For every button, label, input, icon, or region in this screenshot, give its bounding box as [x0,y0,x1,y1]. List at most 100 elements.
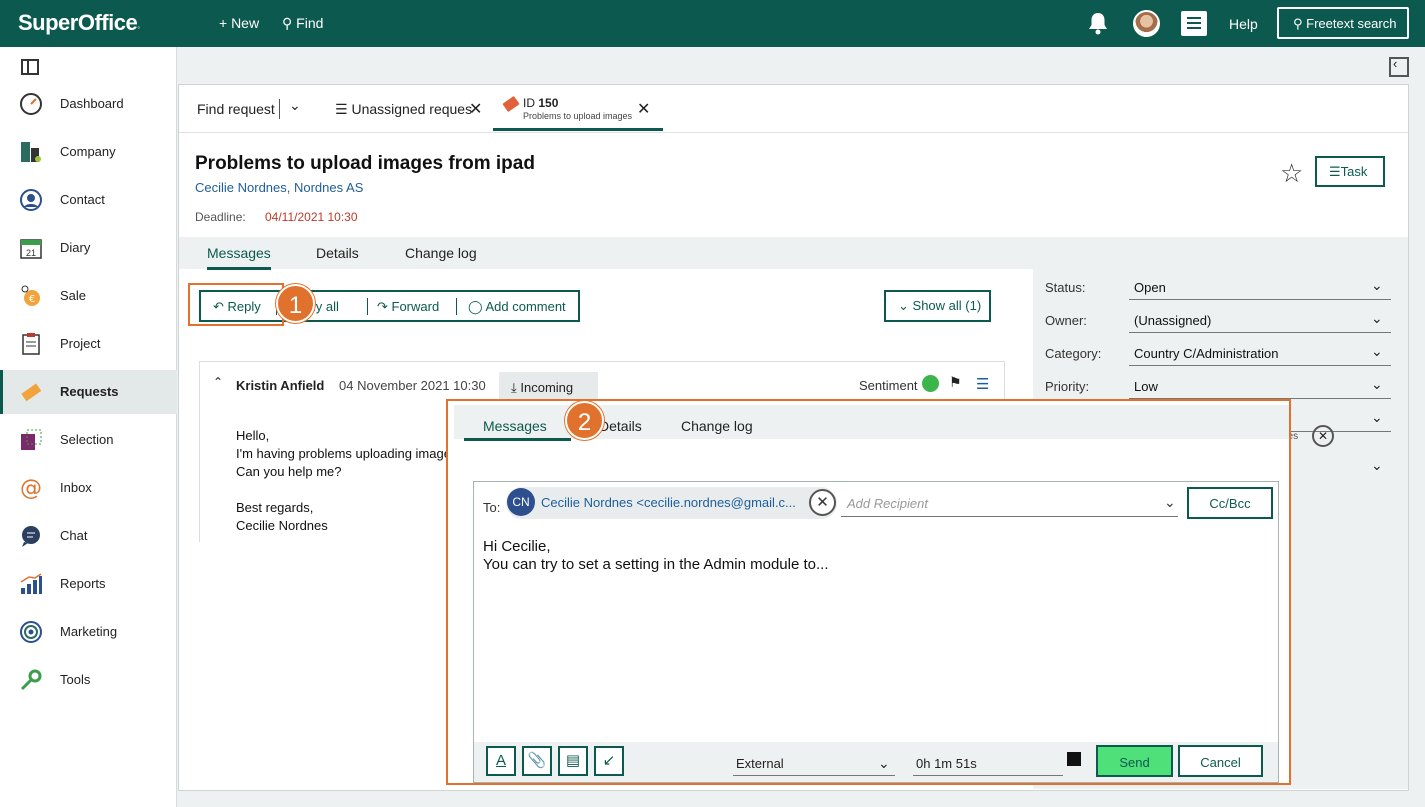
find-button[interactable]: ⚲ Find [282,15,323,32]
collapse-icon[interactable]: ⌃ [213,375,223,389]
sidebar-item-marketing[interactable]: Marketing [0,610,177,654]
sidebar-item-inbox[interactable]: @ Inbox [0,466,177,510]
bell-icon[interactable] [1085,10,1111,36]
visibility-select[interactable]: External [733,750,895,776]
sidebar-item-reports[interactable]: Reports [0,562,177,606]
help-link[interactable]: Help [1229,16,1258,32]
text-format-icon[interactable]: A [486,746,516,776]
tab-details[interactable]: Details [599,418,642,434]
message-body: Hello, I'm having problems uploading ima… [236,428,458,533]
smiley-icon [922,375,939,392]
user-avatar[interactable] [1133,10,1160,37]
tab-unassigned-requests[interactable]: ☰ Unassigned reques [335,101,472,147]
main-menu-icon[interactable] [1181,11,1207,36]
close-icon[interactable]: ✕ [637,99,650,119]
menu-icon[interactable]: ☰ [976,375,989,393]
reports-icon [20,573,42,594]
tab-find-request[interactable]: Find request [197,101,275,147]
remove-tag-icon[interactable]: ✕ [1312,425,1334,447]
message-author: Kristin Anfield [236,378,325,393]
timer-field[interactable]: 0h 1m 51s [913,750,1063,776]
tab-change-log[interactable]: Change log [405,245,477,261]
sidebar-item-diary[interactable]: 21 Diary [0,226,177,270]
field-value: Low [1129,373,1391,399]
incoming-badge: ⤓ Incoming [499,372,598,401]
status-field[interactable]: Status: Open ⌄ [1045,274,1395,300]
collapse-panel-icon[interactable]: ‹ [1389,56,1409,77]
tab-change-log[interactable]: Change log [681,418,753,434]
sidebar-item-sale[interactable]: € Sale [0,274,177,318]
superoffice-logo[interactable]: SuperOffice◦ [18,10,140,36]
sidebar-item-chat[interactable]: Chat [0,514,177,558]
contact-link[interactable]: Cecilie Nordnes, Nordnes AS [195,180,363,195]
tab-details[interactable]: Details [316,245,359,261]
add-recipient-input[interactable]: Add Recipient [841,489,1178,517]
deadline-label: Deadline: [195,210,246,224]
marketing-icon [20,621,42,643]
callout-2: 2 [565,401,604,440]
sidebar-item-requests[interactable]: Requests [0,370,177,414]
priority-field[interactable]: Priority: Low ⌄ [1045,373,1395,399]
freetext-search-button[interactable]: ⚲ Freetext search [1277,7,1409,39]
search-icon: ⚲ [1293,16,1303,31]
dashboard-icon [20,93,42,115]
compose-toolbar: A 📎 ▤ ↙ External ⌄ 0h 1m 51s Send Cancel [474,742,1278,782]
chevron-down-icon: ⌄ [1371,409,1383,425]
sidebar-item-project[interactable]: Project [0,322,177,366]
tab-messages[interactable]: Messages [207,245,271,270]
field-value: Open [1129,274,1391,300]
tab-messages[interactable]: Messages [483,418,547,434]
template-icon[interactable]: ▤ [558,746,588,776]
sidebar-item-label: Requests [60,384,119,399]
send-button[interactable]: Send [1096,745,1173,777]
search-icon: ⚲ [282,15,293,31]
owner-field[interactable]: Owner: (Unassigned) ⌄ [1045,307,1395,333]
sidebar-item-contact[interactable]: Contact [0,178,177,222]
tab-id-subtitle: Problems to upload images [523,111,633,121]
list-icon: ☰ [1329,164,1341,179]
deadline-value: 04/11/2021 10:30 [265,210,358,224]
attachment-icon[interactable]: 📎 [522,746,552,776]
category-field[interactable]: Category: Country C/Administration ⌄ [1045,340,1395,366]
stop-timer-icon[interactable] [1067,752,1081,766]
chevron-down-icon: ⌄ [898,298,909,313]
sidebar-item-selection[interactable]: Selection [0,418,177,462]
close-icon[interactable]: ✕ [469,99,482,119]
recipient-chip[interactable]: CN Cecilie Nordnes <cecilie.nordnes@gmai… [506,487,837,519]
field-label: Category: [1045,346,1102,361]
sidebar-item-dashboard[interactable]: Dashboard [0,82,177,126]
forward-button[interactable]: ↷ Forward [377,299,439,315]
sidebar-toggle-icon[interactable] [21,59,39,75]
tab-request-150[interactable]: ID 150 Problems to upload images ✕ [493,85,663,131]
svg-text:€: € [29,294,35,305]
compose-body-editor[interactable]: Hi Cecilie, You can try to set a setting… [483,538,828,574]
show-all-button[interactable]: ⌄ Show all (1) [884,290,991,322]
cancel-button[interactable]: Cancel [1178,745,1263,777]
cc-bcc-button[interactable]: Cc/Bcc [1187,487,1273,519]
chevron-down-icon: ⌄ [1371,277,1383,293]
chevron-down-icon[interactable]: ⌄ [1164,494,1176,511]
top-bar: SuperOffice◦ + New ⚲ Find Help ⚲ Freetex… [0,0,1425,47]
sidebar-item-company[interactable]: Company [0,130,177,174]
chevron-down-icon[interactable]: ⌄ [289,97,301,114]
chevron-down-icon: ⌄ [1371,310,1383,326]
new-button[interactable]: + New [219,15,259,31]
star-icon[interactable]: ☆ [1280,158,1303,189]
divider [367,298,368,315]
find-label: Find [296,15,324,31]
reply-popup: Messages Details Change log 2 To: CN Cec… [446,399,1291,785]
add-comment-button[interactable]: ◯ Add comment [468,299,566,315]
tab-strip: Find request ⌄ ☰ Unassigned reques ✕ ID … [179,85,1408,133]
chevron-down-icon: ⌄ [1371,457,1383,473]
expand-icon[interactable]: ↙ [594,746,624,776]
sidebar-item-tools[interactable]: Tools [0,658,177,702]
sidebar-item-label: Sale [60,288,87,303]
sidebar-item-label: Tools [60,672,91,687]
recipient-address: Cecilie Nordnes <cecilie.nordnes@gmail.c… [541,495,796,510]
flag-icon[interactable]: ⚑ [949,374,962,391]
sale-icon: € [21,285,40,306]
field-value: Country C/Administration [1129,340,1391,366]
remove-recipient-icon[interactable]: ✕ [809,489,836,516]
requests-icon [21,383,42,402]
task-button[interactable]: ☰Task [1315,156,1385,187]
